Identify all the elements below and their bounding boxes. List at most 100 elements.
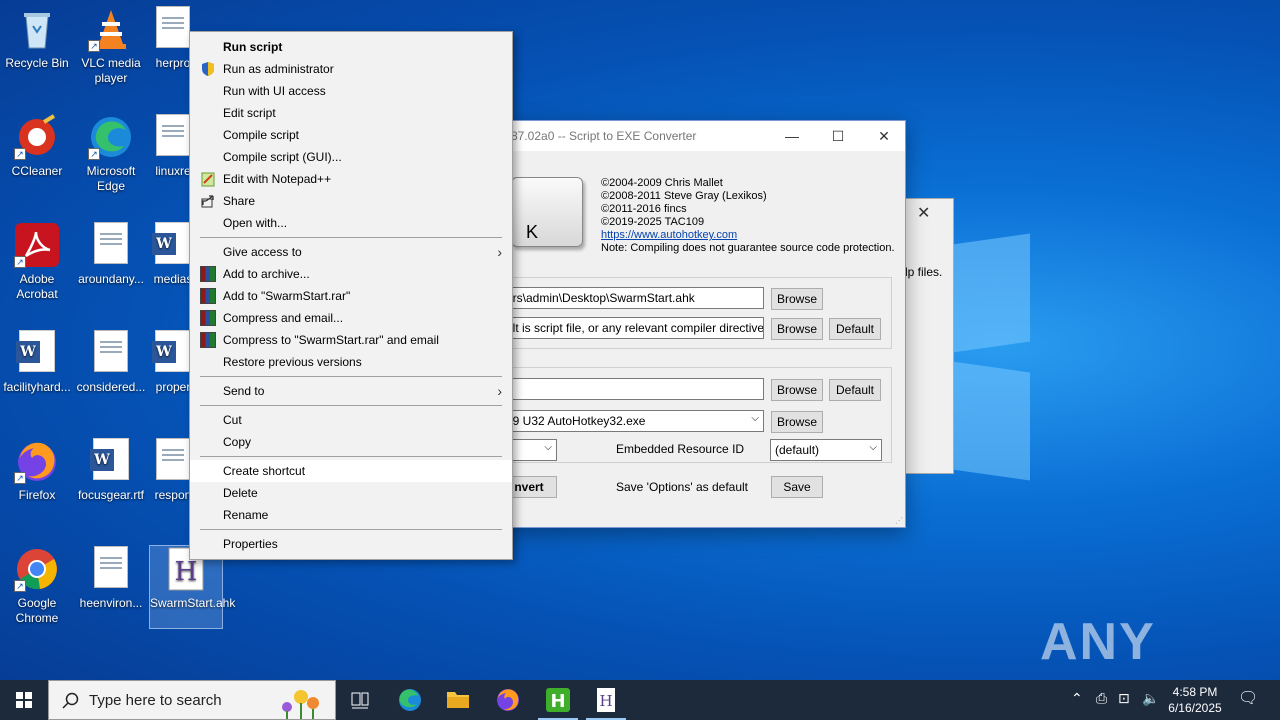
source-browse-button[interactable]: Browse [771, 288, 823, 310]
taskbar-ahk-green[interactable]: H [534, 680, 582, 720]
menu-item-compile-script[interactable]: Compile script [190, 124, 512, 146]
resource-id-select[interactable]: (default) ⌵ [770, 439, 882, 461]
taskbar-ahk-script[interactable]: H [582, 680, 630, 720]
firefox-icon: ↗ [14, 438, 60, 484]
icon-file-field[interactable]: ult is script file, or any relevant comp… [501, 317, 764, 339]
save-button[interactable]: Save [771, 476, 823, 498]
winrar-icon [200, 266, 216, 282]
volume-icon[interactable]: 🔈 [1142, 690, 1159, 707]
menu-item-edit-notepadpp[interactable]: Edit with Notepad++ [190, 168, 512, 190]
desktop-icon-chrome[interactable]: ↗ Google Chrome [1, 546, 73, 626]
base-file-select[interactable]: 19 U32 AutoHotkey32.exe ⌵ [501, 410, 764, 432]
winrar-icon [200, 332, 216, 348]
dest-default-button[interactable]: Default [829, 379, 881, 401]
notepadpp-icon [200, 171, 216, 187]
vlc-cone-icon: ↗ [88, 6, 134, 52]
desktop-icon-ccleaner[interactable]: ↗ CCleaner [1, 114, 73, 179]
chevron-right-icon: › [497, 383, 502, 399]
close-button[interactable]: ✕ [861, 121, 907, 151]
chevron-up-icon[interactable]: ⌃ [1071, 690, 1083, 707]
desktop-icon-edge[interactable]: ↗ Microsoft Edge [75, 114, 147, 194]
base-file-value: 19 U32 AutoHotkey32.exe [506, 414, 646, 428]
desktop-icon-label: CCleaner [11, 164, 63, 178]
resource-id-value: (default) [775, 443, 820, 457]
folder-icon [447, 692, 469, 708]
network-icon[interactable]: ⊡ [1118, 690, 1130, 707]
menu-item-open-with[interactable]: Open with... [190, 212, 512, 234]
icon-default-button[interactable]: Default [829, 318, 881, 340]
chevron-down-icon: ⌵ [869, 442, 877, 453]
menu-separator [200, 237, 502, 238]
copyright-line: ©2019-2025 TAC109 [601, 216, 705, 228]
menu-item-edit-script[interactable]: Edit script [190, 102, 512, 124]
desktop-icon-vlc[interactable]: ↗ VLC media player [75, 6, 147, 86]
desktop-icon-aroundany[interactable]: aroundany... [75, 222, 147, 287]
menu-item-compress-email[interactable]: Compress and email... [190, 307, 512, 329]
maximize-button[interactable]: ☐ [815, 121, 861, 151]
svg-text:H: H [550, 691, 565, 712]
edge-icon: ↗ [88, 114, 134, 160]
menu-separator [200, 529, 502, 530]
share-icon [200, 193, 216, 209]
menu-item-add-to-rar[interactable]: Add to "SwarmStart.rar" [190, 285, 512, 307]
menu-item-send-to[interactable]: Send to › [190, 380, 512, 402]
menu-item-create-shortcut[interactable]: Create shortcut [190, 460, 512, 482]
firefox-icon [497, 689, 519, 711]
winrar-icon [200, 288, 216, 304]
copyright-line: ©2008-2011 Steve Gray (Lexikos) [601, 190, 767, 202]
menu-item-compile-gui[interactable]: Compile script (GUI)... [190, 146, 512, 168]
resource-id-label: Embedded Resource ID [616, 442, 745, 456]
close-icon[interactable]: ✕ [917, 203, 930, 223]
desktop-icon-recycle-bin[interactable]: Recycle Bin [1, 6, 73, 71]
word-doc-icon: W [88, 438, 134, 484]
desktop-icon-label: Recycle Bin [5, 56, 69, 70]
desktop-icon-acrobat[interactable]: ↗ Adobe Acrobat [1, 222, 73, 302]
start-button[interactable] [0, 680, 48, 720]
minimize-button[interactable]: — [769, 121, 815, 151]
menu-item-delete[interactable]: Delete [190, 482, 512, 504]
task-view-icon [351, 692, 369, 709]
destination-field[interactable] [501, 378, 764, 400]
task-view-button[interactable] [336, 680, 384, 720]
desktop-icon-facilityhard[interactable]: W facilityhard... [1, 330, 73, 395]
desktop-icon-focusgear[interactable]: W focusgear.rtf [75, 438, 147, 503]
base-browse-button[interactable]: Browse [771, 411, 823, 433]
taskbar-search-box[interactable]: Type here to search [48, 680, 336, 720]
desktop-icon-considered[interactable]: considered... [75, 330, 147, 395]
menu-item-run-ui-access[interactable]: Run with UI access [190, 80, 512, 102]
autohotkey-link[interactable]: https://www.autohotkey.com [601, 229, 737, 241]
compile-note: Note: Compiling does not guarantee sourc… [601, 242, 895, 254]
menu-item-cut[interactable]: Cut [190, 409, 512, 431]
source-file-field[interactable]: ers\admin\Desktop\SwarmStart.ahk [501, 287, 764, 309]
desktop-icon-firefox[interactable]: ↗ Firefox [1, 438, 73, 503]
dest-browse-button[interactable]: Browse [771, 379, 823, 401]
menu-item-run-as-admin[interactable]: Run as administrator [190, 58, 512, 80]
desktop-icon-heenviron[interactable]: heenviron... [75, 546, 147, 611]
desktop-icon-label: focusgear.rtf [77, 488, 145, 502]
taskbar-firefox[interactable] [484, 680, 532, 720]
menu-item-give-access[interactable]: Give access to › [190, 241, 512, 263]
recycle-bin-icon [14, 6, 60, 52]
copyright-line: ©2011-2016 fincs [601, 203, 687, 215]
menu-item-properties[interactable]: Properties [190, 533, 512, 555]
icon-browse-button[interactable]: Browse [771, 318, 823, 340]
word-doc-icon: W [14, 330, 60, 376]
menu-item-restore-versions[interactable]: Restore previous versions [190, 351, 512, 373]
menu-item-copy[interactable]: Copy [190, 431, 512, 453]
image-file-icon [88, 222, 134, 268]
resize-grip-icon[interactable]: ⋰ [895, 516, 903, 525]
search-placeholder: Type here to search [89, 692, 222, 709]
taskbar-clock[interactable]: 4:58 PM 6/16/2025 [1162, 684, 1228, 716]
ahk-file-icon: H [597, 688, 615, 712]
menu-item-add-archive[interactable]: Add to archive... [190, 263, 512, 285]
menu-item-run-script[interactable]: Run script [190, 36, 512, 58]
menu-item-compress-rar-email[interactable]: Compress to "SwarmStart.rar" and email [190, 329, 512, 351]
meet-now-icon[interactable]: ⎙ [1096, 690, 1107, 707]
menu-item-rename[interactable]: Rename [190, 504, 512, 526]
desktop-icon-label: Firefox [18, 488, 56, 502]
taskbar-edge[interactable] [386, 680, 434, 720]
taskbar-file-explorer[interactable] [434, 680, 482, 720]
notifications-icon[interactable]: 🗨 [1238, 688, 1258, 708]
ccleaner-icon: ↗ [14, 114, 60, 160]
menu-item-share[interactable]: Share [190, 190, 512, 212]
